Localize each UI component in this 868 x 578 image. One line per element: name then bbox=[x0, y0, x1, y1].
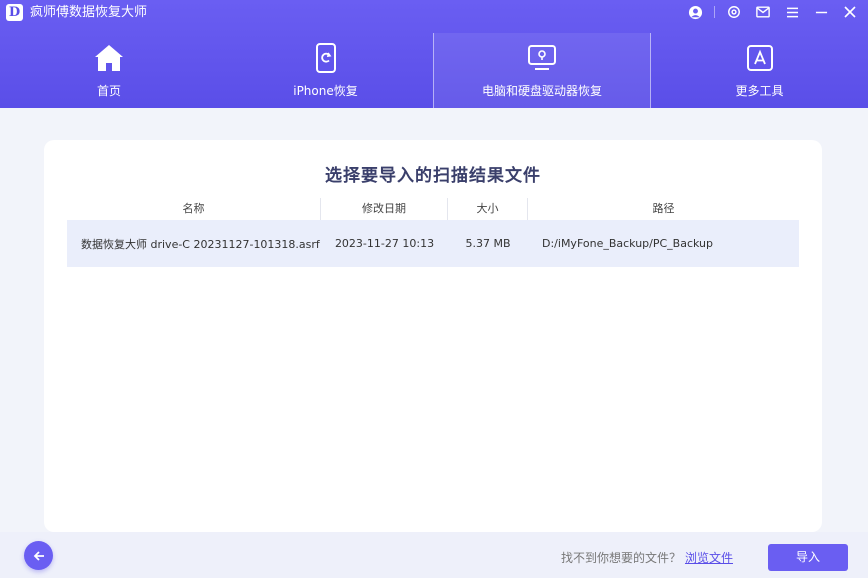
arrow-left-icon bbox=[33, 550, 44, 561]
main-nav: 首页 iPhone恢复 电脑和硬盘驱动器恢复 更多工具 bbox=[0, 33, 868, 108]
home-icon bbox=[92, 43, 126, 73]
tab-label: iPhone恢复 bbox=[293, 84, 358, 98]
back-button[interactable] bbox=[24, 541, 53, 570]
modified-date: 2023-11-27 10:13 bbox=[334, 237, 435, 250]
hint-text: 找不到你想要的文件？ bbox=[560, 551, 681, 565]
tab-label: 更多工具 bbox=[735, 84, 784, 98]
tab-label: 电脑和硬盘驱动器恢复 bbox=[481, 84, 602, 98]
column-header-name[interactable]: 名称 bbox=[67, 198, 321, 220]
account-icon[interactable] bbox=[685, 2, 705, 22]
column-header-size[interactable]: 大小 bbox=[448, 198, 528, 220]
browse-files-link[interactable]: 浏览文件 bbox=[685, 551, 733, 565]
divider bbox=[714, 6, 715, 18]
settings-icon[interactable] bbox=[724, 2, 744, 22]
import-button[interactable]: 导入 bbox=[768, 544, 848, 571]
file-size: 5.37 MB bbox=[465, 237, 511, 250]
tab-more-tools[interactable]: 更多工具 bbox=[651, 33, 868, 108]
column-header-path[interactable]: 路径 bbox=[528, 198, 799, 220]
app-header: D 疯师傅数据恢复大师 首页 iPhone恢复 电脑和硬盘驱动器恢复 更多工具 bbox=[0, 0, 868, 108]
app-title: 疯师傅数据恢复大师 bbox=[30, 5, 148, 20]
footer-bar: 找不到你想要的文件？ 浏览文件 导入 bbox=[0, 532, 868, 578]
mail-icon[interactable] bbox=[753, 2, 773, 22]
import-dialog: 选择要导入的扫描结果文件 名称 修改日期 大小 路径 数据恢复大师 drive-… bbox=[44, 140, 822, 532]
app-logo: D bbox=[6, 4, 23, 21]
file-not-found-hint: 找不到你想要的文件？ 浏览文件 bbox=[561, 549, 733, 566]
file-name: 数据恢复大师 drive-C 20231127-101318.asrf bbox=[81, 237, 320, 251]
file-path: D:/iMyFone_Backup/PC_Backup bbox=[542, 237, 714, 250]
window-controls bbox=[676, 2, 860, 22]
table-header: 名称 修改日期 大小 路径 bbox=[67, 198, 799, 220]
dialog-title: 选择要导入的扫描结果文件 bbox=[325, 166, 541, 186]
tab-computer-recovery[interactable]: 电脑和硬盘驱动器恢复 bbox=[434, 33, 650, 108]
app-store-icon bbox=[743, 43, 777, 73]
tab-home[interactable]: 首页 bbox=[0, 33, 218, 108]
column-header-modified[interactable]: 修改日期 bbox=[321, 198, 448, 220]
computer-recovery-icon bbox=[525, 43, 559, 73]
table-row[interactable]: 数据恢复大师 drive-C 20231127-101318.asrf 2023… bbox=[67, 220, 799, 267]
menu-icon[interactable] bbox=[782, 2, 802, 22]
phone-recovery-icon bbox=[309, 43, 343, 73]
minimize-icon[interactable] bbox=[811, 2, 831, 22]
tab-label: 首页 bbox=[96, 84, 121, 98]
title-bar: D 疯师傅数据恢复大师 bbox=[0, 0, 868, 24]
scan-result-table: 名称 修改日期 大小 路径 数据恢复大师 drive-C 20231127-10… bbox=[67, 198, 799, 267]
tab-iphone-recovery[interactable]: iPhone恢复 bbox=[218, 33, 433, 108]
close-icon[interactable] bbox=[840, 2, 860, 22]
